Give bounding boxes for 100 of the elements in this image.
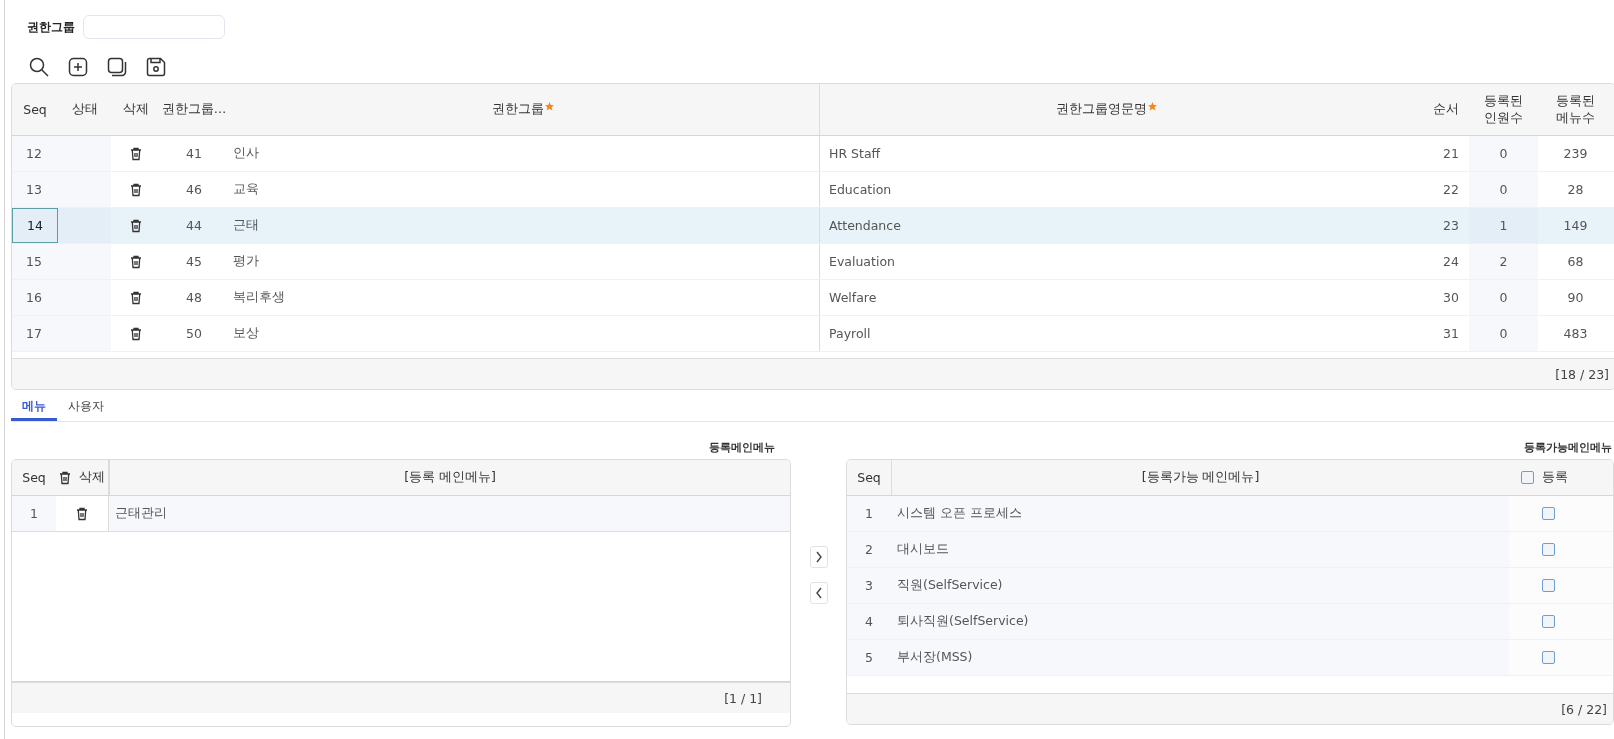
trash-icon[interactable] xyxy=(130,254,142,269)
table-cell-text: 41 xyxy=(185,145,203,163)
table-cell: 2 xyxy=(1469,244,1538,279)
table-cell: 12 xyxy=(12,136,58,171)
table-cell: 0 xyxy=(1469,316,1538,351)
save-icon[interactable] xyxy=(146,57,166,77)
table-cell-text: 31 xyxy=(1442,325,1460,343)
table-cell-text: 3 xyxy=(864,577,874,595)
chevron-left-icon xyxy=(814,587,823,599)
table-cell-text: 21 xyxy=(1442,145,1460,163)
table-cell-text: 시스템 오픈 프로세스 xyxy=(896,504,1023,522)
checkbox[interactable] xyxy=(1542,651,1555,664)
table-cell-text: 149 xyxy=(1562,217,1589,235)
table-cell: 13 xyxy=(12,172,58,207)
section-title: 등록가능메인메뉴 xyxy=(1523,440,1612,454)
column-header[interactable]: 순서 xyxy=(1393,84,1469,135)
checkbox[interactable] xyxy=(1542,507,1555,520)
table-row[interactable]: 17 50 보상 Payroll 31 0 483 xyxy=(12,316,1614,352)
column-header[interactable]: 등록된 메뉴수 xyxy=(1538,84,1613,135)
column-header[interactable]: 권한그룹영문명 xyxy=(820,84,1393,135)
column-header[interactable]: 등록된 인원수 xyxy=(1469,84,1538,135)
move-right-button[interactable] xyxy=(809,546,828,568)
table-cell-text: 1 xyxy=(864,505,874,523)
table-cell-text: 23 xyxy=(1442,217,1460,235)
trash-icon[interactable] xyxy=(130,290,142,305)
checkbox[interactable] xyxy=(1521,471,1534,484)
table-cell-text: 90 xyxy=(1566,289,1585,307)
page-count: [1 / 1] xyxy=(724,690,762,706)
table-row[interactable]: 14 44 근태 Attendance 23 1 149 xyxy=(12,208,1614,244)
page-count: [18 / 23] xyxy=(1555,366,1609,382)
table-cell-text: 22 xyxy=(1442,181,1460,199)
page-count: [6 / 22] xyxy=(1561,701,1607,717)
table-cell-text: Attendance xyxy=(828,217,902,235)
table-cell: 근태 xyxy=(227,208,820,243)
filter-label: 권한그룹 xyxy=(27,19,75,35)
table-cell: 14 xyxy=(12,208,58,243)
filter-input[interactable] xyxy=(83,15,225,39)
table-cell-text: 2 xyxy=(864,541,874,559)
trash-icon[interactable] xyxy=(130,146,142,161)
table-cell: 15 xyxy=(12,244,58,279)
table-cell-text: 44 xyxy=(185,217,203,235)
column-header[interactable]: Seq xyxy=(12,84,58,135)
column-header[interactable]: 상태 xyxy=(58,84,111,135)
table-cell-text: 30 xyxy=(1442,289,1460,307)
table-cell-text: 5 xyxy=(864,649,874,667)
move-left-button[interactable] xyxy=(809,582,828,604)
table-cell-text: 부서장(MSS) xyxy=(896,648,974,666)
table-cell-text: 46 xyxy=(185,181,203,199)
trash-icon[interactable] xyxy=(59,470,71,485)
table-cell-text: 근태관리 xyxy=(114,504,168,522)
table-cell-text: Welfare xyxy=(828,289,878,307)
table-cell-text: 50 xyxy=(185,325,203,343)
column-header[interactable]: 권한그룹… xyxy=(161,84,227,135)
table-cell-text: 28 xyxy=(1566,181,1585,199)
checkbox[interactable] xyxy=(1542,543,1555,556)
table-cell-text: 48 xyxy=(185,289,203,307)
copy-icon[interactable] xyxy=(107,57,127,77)
tab[interactable]: 사용자 xyxy=(57,394,115,421)
trash-icon[interactable] xyxy=(130,218,142,233)
table-cell-text: HR Staff xyxy=(828,145,882,163)
table-cell-text: 대시보드 xyxy=(896,540,950,558)
trash-icon[interactable] xyxy=(76,506,88,521)
table-cell: 0 xyxy=(1469,172,1538,207)
table-cell-text: 1 xyxy=(29,505,39,523)
table-cell-text: 68 xyxy=(1566,253,1585,271)
table-cell-text: 4 xyxy=(864,613,874,631)
table-cell-text: 24 xyxy=(1442,253,1460,271)
tab[interactable]: 메뉴 xyxy=(11,394,57,421)
column-header: Seq xyxy=(21,469,47,487)
table-cell-text: 483 xyxy=(1562,325,1589,343)
column-header: [등록 메인메뉴] xyxy=(109,460,790,495)
table-cell: 보상 xyxy=(227,316,820,351)
column-header: 삭제 xyxy=(79,469,105,486)
column-header[interactable]: 권한그룹 xyxy=(227,84,820,135)
table-cell: 인사 xyxy=(227,136,820,171)
table-row[interactable]: 12 41 인사 HR Staff 21 0 239 xyxy=(12,136,1614,172)
chevron-right-icon xyxy=(814,551,823,563)
column-header: [등록가능 메인메뉴] xyxy=(891,460,1509,495)
table-cell: 16 xyxy=(12,280,58,315)
add-icon[interactable] xyxy=(68,57,88,77)
section-title: 등록메인메뉴 xyxy=(708,440,776,454)
table-cell: 17 xyxy=(12,316,58,351)
table-row[interactable]: 16 48 복리후생 Welfare 30 0 90 xyxy=(12,280,1614,316)
table-cell-text: 239 xyxy=(1562,145,1589,163)
table-cell-text: 퇴사직원(SelfService) xyxy=(896,612,1030,630)
checkbox[interactable] xyxy=(1542,615,1555,628)
trash-icon[interactable] xyxy=(130,326,142,341)
trash-icon[interactable] xyxy=(130,182,142,197)
search-icon[interactable] xyxy=(29,57,49,77)
checkbox[interactable] xyxy=(1542,579,1555,592)
column-header: 등록 xyxy=(1542,469,1568,486)
table-cell: 평가 xyxy=(227,244,820,279)
table-cell: 1 xyxy=(1469,208,1538,243)
table-cell-text: 직원(SelfService) xyxy=(896,576,1004,594)
table-cell: 0 xyxy=(1469,280,1538,315)
table-cell: 복리후생 xyxy=(227,280,820,315)
table-row[interactable]: 15 45 평가 Evaluation 24 2 68 xyxy=(12,244,1614,280)
table-cell-text: 45 xyxy=(185,253,203,271)
column-header[interactable]: 삭제 xyxy=(111,84,161,135)
table-cell-text: Evaluation xyxy=(828,253,896,271)
